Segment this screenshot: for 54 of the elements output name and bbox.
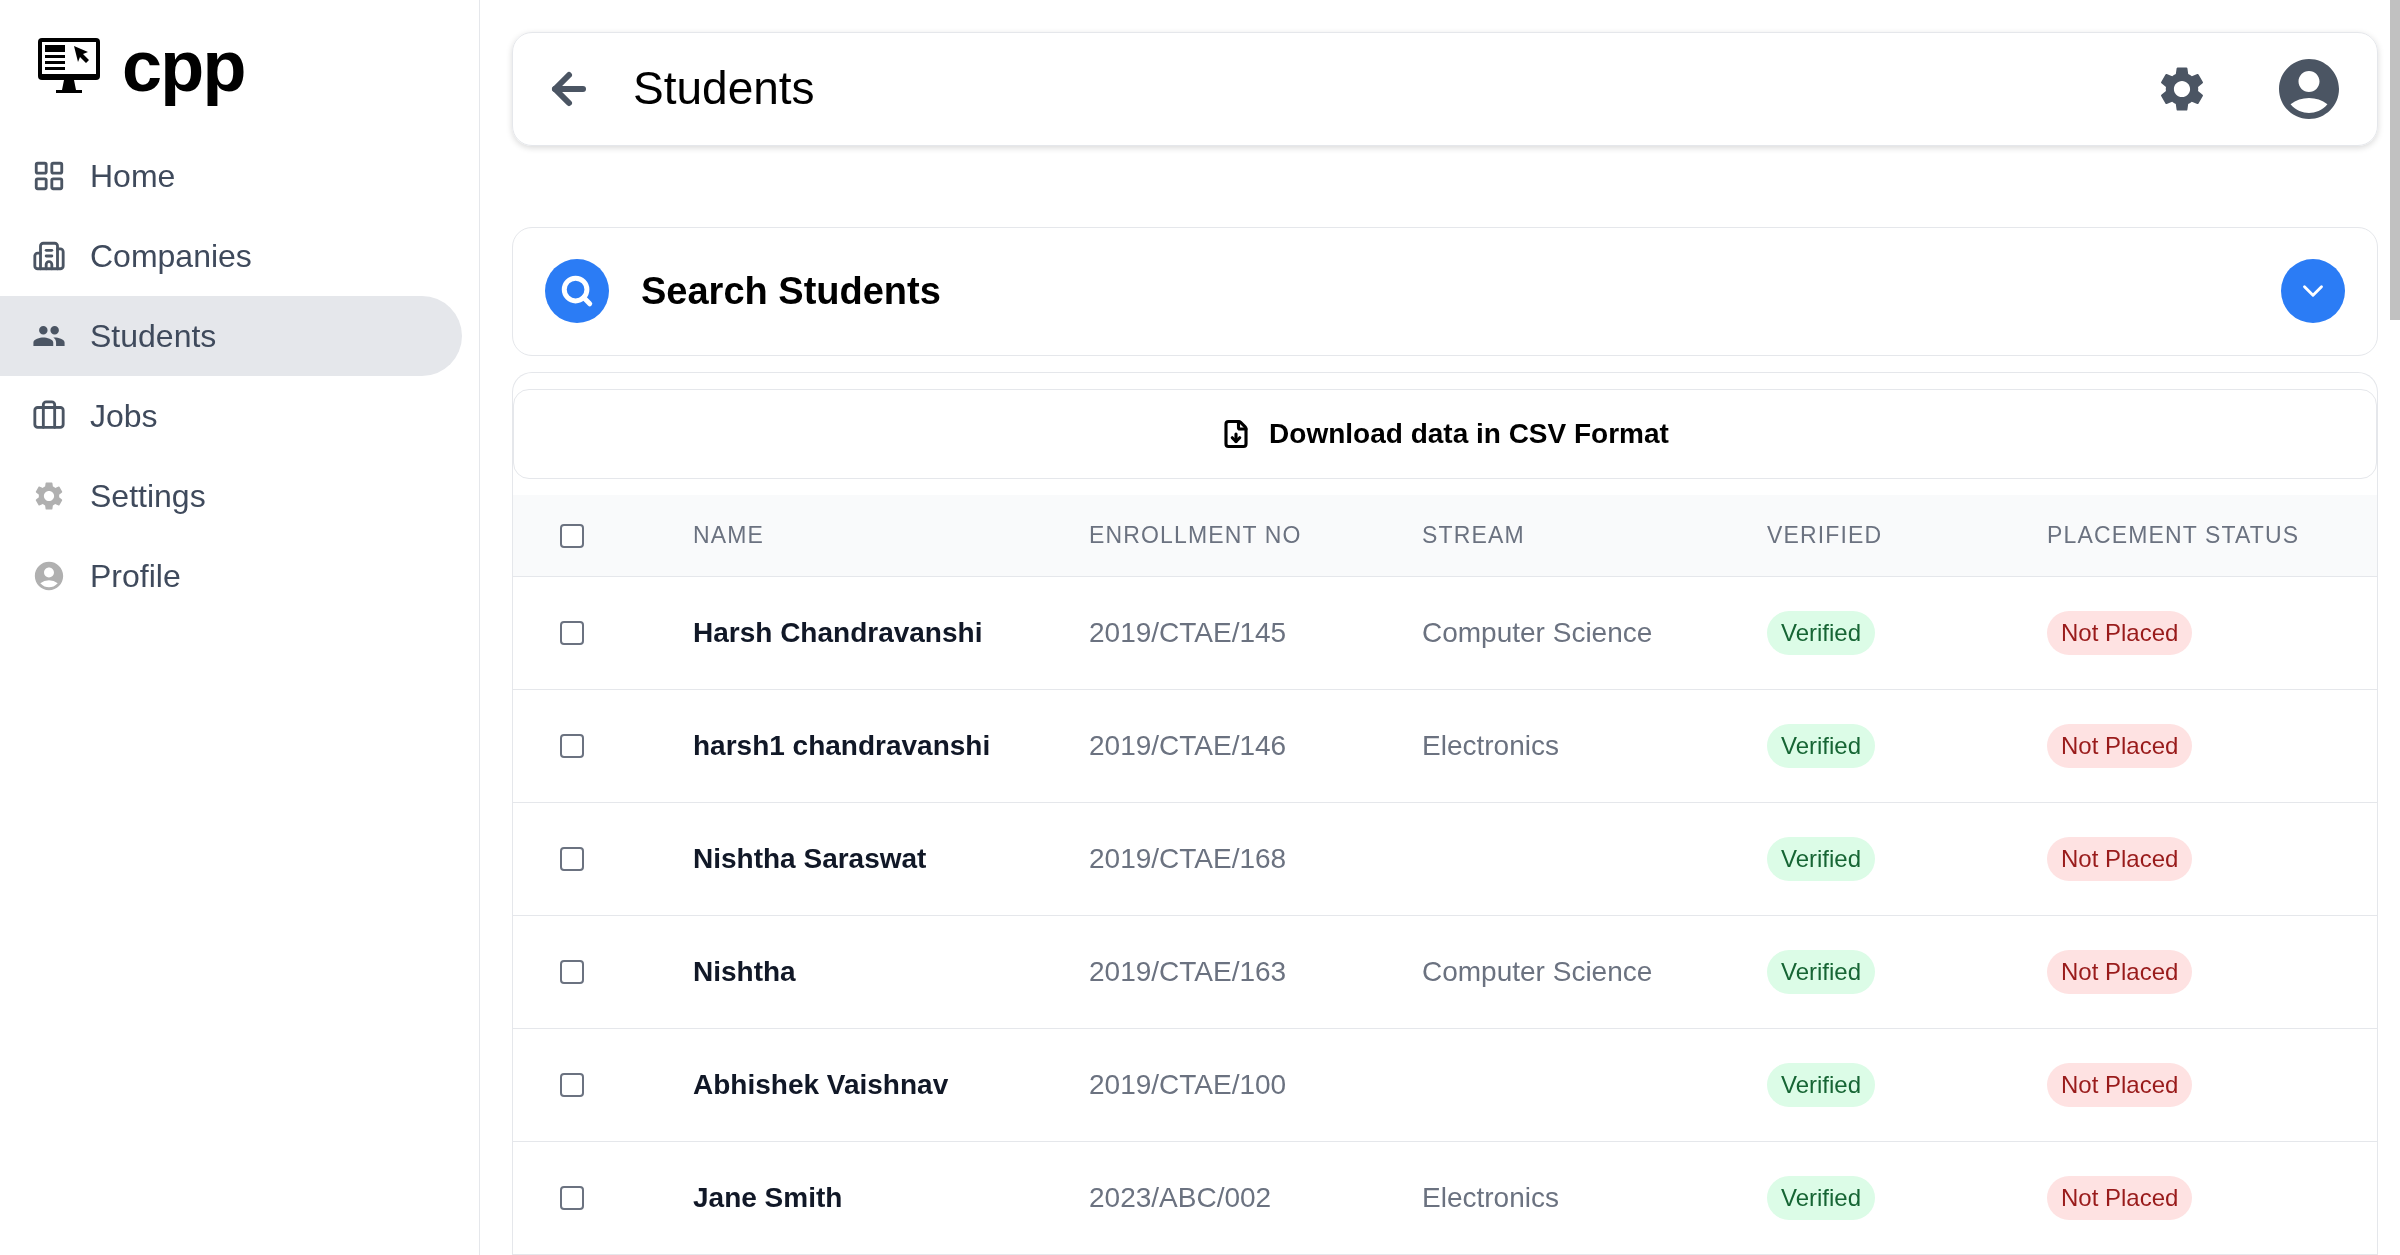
stream: Computer Science [1422,616,1653,650]
enrollment-number: 2019/CTAE/100 [1089,1068,1287,1102]
stream: Electronics [1422,1181,1559,1215]
sidebar-item[interactable]: Settings [0,456,462,536]
column-header: VERIFIED [1767,521,1883,551]
column-header: NAME [693,521,765,551]
verification-status: Verified [1767,1176,1876,1220]
verification-status: Verified [1767,724,1876,768]
page-title: Students [633,61,816,117]
search-panel-title: Search Students [641,268,942,314]
computer-monitor-logo-icon [36,36,102,96]
student-name: Nishtha Saraswat [693,842,927,876]
sidebar-item[interactable]: Home [0,136,462,216]
checkbox[interactable] [560,847,584,871]
verification-status: Verified [1767,611,1876,655]
checkbox[interactable] [560,734,584,758]
placement-status: Not Placed [2047,950,2193,994]
stream: Electronics [1422,729,1559,763]
enrollment-number: 2019/CTAE/168 [1089,842,1287,876]
placement-status: Not Placed [2047,611,2193,655]
student-name: Jane Smith [693,1181,843,1215]
stream: Computer Science [1422,955,1653,989]
enrollment-number: 2019/CTAE/145 [1089,616,1287,650]
checkbox[interactable] [560,1073,584,1097]
sidebar-item[interactable]: Students [0,296,462,376]
checkbox[interactable] [560,960,584,984]
column-header: PLACEMENT STATUS [2047,521,2300,551]
enrollment-number: 2019/CTAE/163 [1089,955,1287,989]
placement-status: Not Placed [2047,724,2193,768]
verification-status: Verified [1767,1063,1876,1107]
checkbox[interactable] [560,1186,584,1210]
sidebar-item[interactable]: Jobs [0,376,462,456]
sidebar-item[interactable]: Profile [0,536,462,616]
download-csv-button[interactable]: Download data in CSV Format [513,389,2377,479]
companies-icon [32,239,66,273]
checkbox[interactable] [560,523,584,548]
student-name: Abhishek Vaishnav [693,1068,949,1102]
verification-status: Verified [1767,950,1876,994]
home-icon [32,159,66,193]
student-name: Harsh Chandravanshi [693,616,983,650]
placement-status: Not Placed [2047,1176,2193,1220]
sidebar-item[interactable]: Companies [0,216,462,296]
checkbox[interactable] [560,621,584,645]
enrollment-number: 2023/ABC/002 [1089,1181,1272,1215]
verification-status: Verified [1767,837,1876,881]
profile-icon [32,559,66,593]
column-header: ENROLLMENT NO [1089,521,1302,551]
enrollment-number: 2019/CTAE/146 [1089,729,1287,763]
column-header: STREAM [1422,521,1525,551]
scrollbar-thumb[interactable] [2390,0,2400,320]
student-name: harsh1 chandravanshi [693,729,991,763]
placement-status: Not Placed [2047,1063,2193,1107]
placement-status: Not Placed [2047,837,2193,881]
student-name: Nishtha [693,955,796,989]
